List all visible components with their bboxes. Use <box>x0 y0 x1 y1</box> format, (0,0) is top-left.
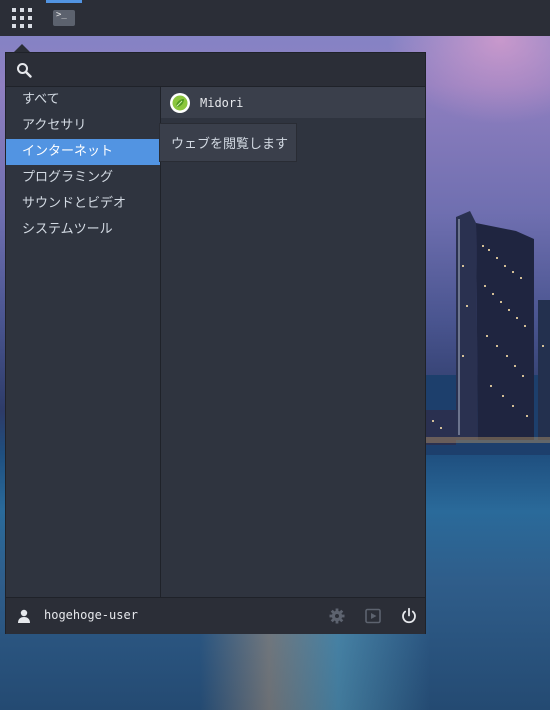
midori-leaf-icon <box>170 92 190 113</box>
category-all[interactable]: すべて <box>6 87 160 113</box>
terminal-glyph: >_ <box>56 10 67 20</box>
top-panel: >_ <box>0 0 550 36</box>
app-tooltip: ウェブを閲覧します <box>159 123 297 162</box>
power-icon[interactable] <box>400 607 418 625</box>
category-accessories[interactable]: アクセサリ <box>6 113 160 139</box>
category-internet[interactable]: インターネット <box>6 139 160 165</box>
app-item-midori[interactable]: Midori <box>161 87 425 118</box>
app-launcher-button[interactable] <box>0 0 44 36</box>
application-list: Midori <box>161 87 425 597</box>
category-list: すべて アクセサリ インターネット プログラミング サウンドとビデオ システムツ… <box>6 87 161 597</box>
menu-pointer-arrow <box>14 44 30 52</box>
media-play-icon[interactable] <box>364 607 382 625</box>
gear-icon[interactable] <box>328 607 346 625</box>
username-label: hogehoge-user <box>44 608 138 622</box>
category-system-tools[interactable]: システムツール <box>6 217 160 243</box>
application-menu: すべて アクセサリ インターネット プログラミング サウンドとビデオ システムツ… <box>5 52 426 634</box>
search-bar <box>6 53 425 87</box>
category-sound-video[interactable]: サウンドとビデオ <box>6 191 160 217</box>
app-label-midori: Midori <box>200 95 244 110</box>
app-grid-icon <box>12 8 32 28</box>
category-programming[interactable]: プログラミング <box>6 165 160 191</box>
terminal-task-button[interactable]: >_ <box>46 3 82 33</box>
wallpaper-skyline <box>426 211 550 455</box>
user-icon <box>18 609 30 623</box>
terminal-icon: >_ <box>53 10 75 26</box>
search-input[interactable] <box>38 57 422 83</box>
menu-footer: hogehoge-user <box>6 597 425 634</box>
search-icon <box>17 63 32 78</box>
